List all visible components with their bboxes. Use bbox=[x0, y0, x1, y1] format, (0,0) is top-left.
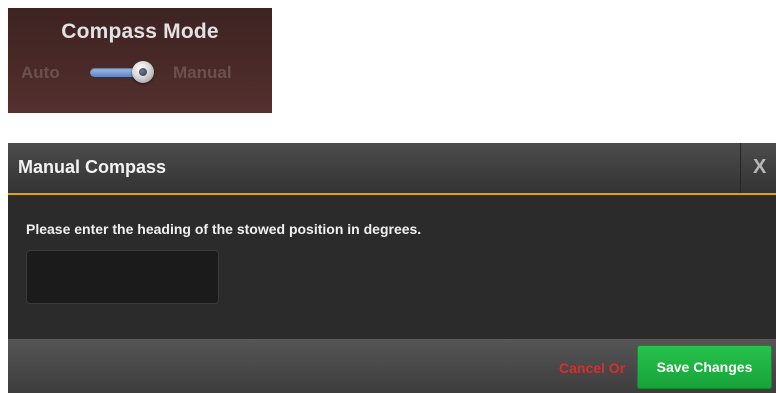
toggle-option-auto[interactable]: Auto bbox=[21, 63, 60, 83]
heading-prompt: Please enter the heading of the stowed p… bbox=[26, 221, 422, 237]
dialog-header: Manual Compass X bbox=[8, 143, 776, 195]
compass-mode-toggle[interactable]: Auto Manual bbox=[8, 60, 272, 86]
manual-compass-dialog: Manual Compass X Please enter the headin… bbox=[8, 143, 776, 393]
compass-mode-panel: Compass Mode Auto Manual bbox=[8, 8, 272, 113]
dialog-footer: Cancel Or Save Changes bbox=[8, 339, 776, 393]
toggle-option-manual[interactable]: Manual bbox=[173, 63, 232, 83]
dialog-body: Please enter the heading of the stowed p… bbox=[8, 195, 776, 339]
compass-mode-title: Compass Mode bbox=[61, 20, 219, 43]
close-icon[interactable]: X bbox=[753, 156, 766, 179]
save-changes-button[interactable]: Save Changes bbox=[637, 345, 772, 389]
cancel-link[interactable]: Cancel Or bbox=[559, 360, 625, 376]
toggle-knob-icon[interactable] bbox=[132, 61, 154, 83]
heading-input[interactable] bbox=[26, 250, 219, 304]
dialog-title: Manual Compass bbox=[18, 157, 167, 177]
close-button[interactable]: X bbox=[740, 143, 776, 193]
